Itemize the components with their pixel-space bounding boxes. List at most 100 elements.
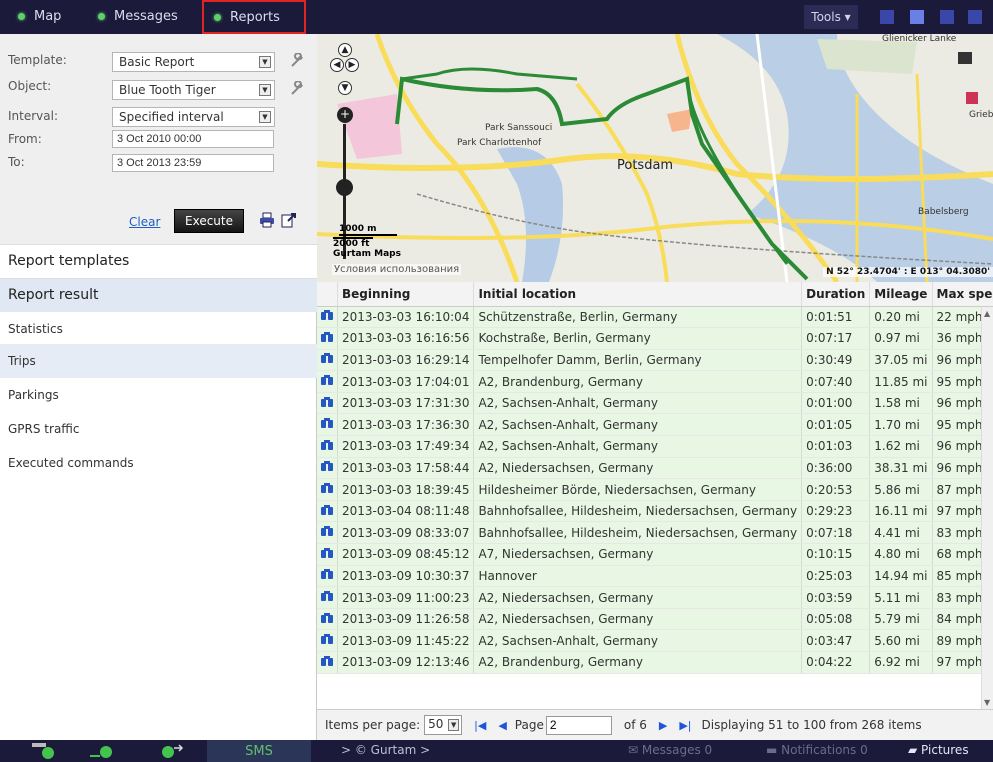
zoom-in-icon[interactable]: + [337,107,353,123]
result-item-statistics[interactable]: Statistics [0,312,317,346]
report-templates-section[interactable]: Report templates [0,244,317,278]
tab-messages[interactable]: Messages [98,4,178,28]
table-row[interactable]: 2013-03-03 18:39:45 Hildesheimer Börde, N… [317,478,993,501]
prev-page-icon[interactable]: ◀ [498,719,506,732]
binoculars-icon[interactable] [321,525,333,537]
table-scrollbar[interactable]: ▲ ▼ [981,307,993,709]
connection-status-icon[interactable] [90,743,116,759]
clear-link[interactable]: Clear [129,215,160,229]
binoculars-icon[interactable] [321,504,333,516]
command-status-icon[interactable] [158,743,184,759]
table-row[interactable]: 2013-03-09 11:45:22 A2, Sachsen-Anhalt, G… [317,629,993,652]
zoom-slider-thumb[interactable] [336,179,353,196]
result-item-trips[interactable]: Trips [0,344,317,378]
tab-reports[interactable]: Reports [202,0,306,34]
binoculars-icon[interactable] [321,655,333,667]
tools-dropdown[interactable]: Tools ▾ [804,5,858,29]
map-view[interactable]: Park Sanssouci Park Charlottenhof Potsda… [317,34,993,282]
header-max-speed[interactable]: Max speed [932,282,993,307]
tab-map[interactable]: Map [18,4,61,28]
binoculars-icon[interactable] [321,547,333,559]
gurtam-link[interactable]: > © Gurtam > [341,743,430,757]
result-item-gprs-traffic[interactable]: GPRS traffic [0,412,317,446]
layout-single-icon[interactable] [880,10,894,24]
pan-left-icon[interactable]: ◀ [330,58,344,72]
table-row[interactable]: 2013-03-03 16:16:56 Kochstraße, Berlin, G… [317,327,993,350]
next-page-icon[interactable]: ▶ [659,719,667,732]
last-page-icon[interactable]: ▶| [679,719,691,732]
table-row[interactable]: 2013-03-03 16:29:14 Tempelhofer Damm, Ber… [317,349,993,372]
binoculars-icon[interactable] [321,460,333,472]
table-row[interactable]: 2013-03-03 16:10:04 Schützenstraße, Berli… [317,306,993,329]
cell-initial-location: Bahnhofsallee, Hildesheim, Niedersachsen… [473,521,803,545]
binoculars-icon[interactable] [321,396,333,408]
wrench-icon[interactable] [289,80,305,97]
header-beginning[interactable]: Beginning [337,282,475,307]
binoculars-icon[interactable] [321,590,333,602]
template-select[interactable]: Basic Report ▼ [112,52,275,72]
print-icon[interactable] [259,212,275,228]
pictures-button[interactable]: ▰ Pictures [908,743,969,757]
binoculars-icon[interactable] [321,331,333,343]
header-mileage[interactable]: Mileage [869,282,933,307]
map-layer-icon[interactable] [958,52,972,64]
gps-status-icon[interactable] [32,743,58,759]
map-tool-icon[interactable] [966,92,978,104]
binoculars-icon[interactable] [321,612,333,624]
binoculars-icon[interactable] [321,374,333,386]
scroll-up-icon[interactable]: ▲ [984,309,990,318]
scroll-down-icon[interactable]: ▼ [984,698,990,707]
map-label-griebnitz: Grieb [969,110,993,120]
export-icon[interactable] [281,212,297,228]
table-row[interactable]: 2013-03-03 17:36:30 A2, Sachsen-Anhalt, G… [317,413,993,437]
table-row[interactable]: 2013-03-09 10:30:37 Hannover 0:25:03 14.94 … [317,565,993,588]
header-duration[interactable]: Duration [801,282,871,307]
layout-columns-icon[interactable] [910,10,924,24]
cell-beginning: 2013-03-09 08:45:12 [337,543,475,566]
binoculars-icon[interactable] [321,352,333,364]
object-select[interactable]: Blue Tooth Tiger ▼ [112,80,275,100]
map-terms-link[interactable]: Условия использования [332,264,462,275]
cell-mileage: 37.05 mi [869,349,933,372]
interval-select[interactable]: Specified interval ▼ [112,107,275,127]
table-row[interactable]: 2013-03-04 08:11:48 Bahnhofsallee, Hildes… [317,500,993,523]
result-item-executed-commands[interactable]: Executed commands [0,446,317,480]
table-row[interactable]: 2013-03-03 17:04:01 A2, Brandenburg, Germ… [317,370,993,393]
layout-rows-icon[interactable] [940,10,954,24]
cell-duration: 0:30:49 [801,349,871,372]
to-date-input[interactable] [112,154,274,172]
sms-button[interactable]: SMS [207,740,311,762]
wrench-icon[interactable] [289,52,305,69]
pan-down-icon[interactable]: ▼ [338,81,352,95]
items-per-page-label: Items per page: [325,718,421,732]
items-per-page-select[interactable]: 50 ▼ [424,715,463,735]
header-initial-location[interactable]: Initial location [473,282,803,307]
messages-counter[interactable]: ✉ Messages 0 [628,743,712,757]
binoculars-icon[interactable] [321,568,333,580]
result-item-parkings[interactable]: Parkings [0,378,317,412]
table-row[interactable]: 2013-03-03 17:31:30 A2, Sachsen-Anhalt, G… [317,392,993,415]
table-row[interactable]: 2013-03-03 17:49:34 A2, Sachsen-Anhalt, G… [317,435,993,458]
binoculars-icon[interactable] [321,439,333,451]
app-root: Map Messages Reports Tools ▾ Template: B… [0,0,993,762]
binoculars-icon[interactable] [321,482,333,494]
from-date-input[interactable] [112,130,274,148]
pan-up-icon[interactable]: ▲ [338,43,352,57]
table-row[interactable]: 2013-03-09 08:45:12 A7, Niedersachsen, Ge… [317,543,993,566]
first-page-icon[interactable]: |◀ [474,719,486,732]
table-row[interactable]: 2013-03-09 08:33:07 Bahnhofsallee, Hildes… [317,521,993,545]
execute-button[interactable]: Execute [174,209,244,233]
cell-mileage: 0.97 mi [869,327,933,350]
layout-grid-icon[interactable] [968,10,982,24]
table-row[interactable]: 2013-03-09 11:00:23 A2, Niedersachsen, Ge… [317,586,993,609]
report-result-section[interactable]: Report result [0,278,317,312]
table-row[interactable]: 2013-03-09 11:26:58 A2, Niedersachsen, Ge… [317,608,993,631]
binoculars-icon[interactable] [321,633,333,645]
binoculars-icon[interactable] [321,309,333,321]
pan-right-icon[interactable]: ▶ [345,58,359,72]
table-row[interactable]: 2013-03-09 12:13:46 A2, Brandenburg, Germ… [317,651,993,674]
notifications-counter[interactable]: ▬ Notifications 0 [766,743,868,757]
page-number-input[interactable] [545,715,612,735]
binoculars-icon[interactable] [321,417,333,429]
table-row[interactable]: 2013-03-03 17:58:44 A2, Niedersachsen, Ge… [317,457,993,480]
